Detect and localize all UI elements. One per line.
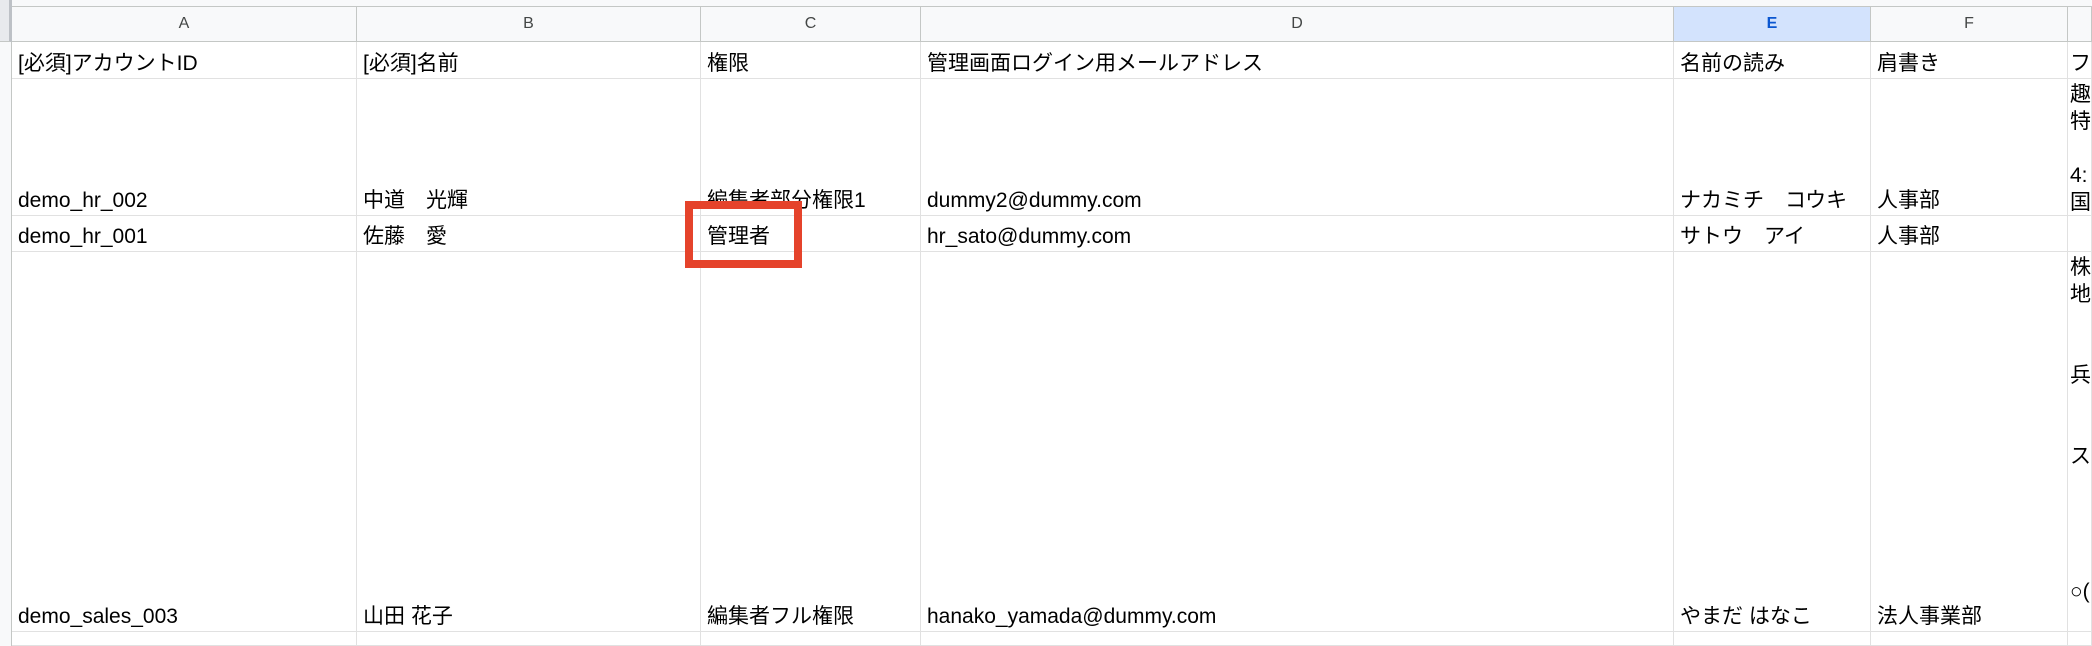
- cell-account-id[interactable]: demo_hr_002: [12, 79, 357, 216]
- cell-empty[interactable]: [1674, 632, 1871, 646]
- cell-name[interactable]: 中道 光輝: [357, 79, 701, 216]
- profile-text-fragment: 趣 特 4: 国: [2070, 83, 2091, 214]
- cell-email[interactable]: hr_sato@dummy.com: [921, 216, 1674, 252]
- cell-empty[interactable]: [357, 632, 701, 646]
- cell-header-name[interactable]: [必須]名前: [357, 42, 701, 79]
- header-title-label: 肩書き: [1877, 52, 1940, 75]
- header-permission-label: 権限: [707, 52, 749, 75]
- column-header-f[interactable]: F: [1871, 7, 2068, 42]
- account-id-text: demo_hr_001: [18, 225, 148, 248]
- title-text: 人事部: [1877, 189, 1940, 212]
- cell-header-email[interactable]: 管理画面ログイン用メールアドレス: [921, 42, 1674, 79]
- select-all-corner[interactable]: [0, 0, 12, 42]
- header-profile-label: フ: [2070, 52, 2091, 75]
- cell-header-account-id[interactable]: [必須]アカウントID: [12, 42, 357, 79]
- cell-email[interactable]: hanako_yamada@dummy.com: [921, 252, 1674, 632]
- cell-profile[interactable]: [2068, 216, 2092, 252]
- column-header-d[interactable]: D: [921, 7, 1674, 42]
- email-text: hanako_yamada@dummy.com: [927, 605, 1217, 628]
- cell-permission[interactable]: 編集者部分権限1: [701, 79, 921, 216]
- cell-header-title[interactable]: 肩書き: [1871, 42, 2068, 79]
- cell-header-profile[interactable]: フ: [2068, 42, 2092, 79]
- cell-reading[interactable]: サトウ アイ: [1674, 216, 1871, 252]
- table-row: demo_sales_003 山田 花子 編集者フル権限 hanako_yama…: [12, 252, 2092, 632]
- name-text: 山田 花子: [363, 605, 453, 628]
- cell-title[interactable]: 法人事業部: [1871, 252, 2068, 632]
- cell-reading[interactable]: やまだ はなこ: [1674, 252, 1871, 632]
- cell-reading[interactable]: ナカミチ コウキ: [1674, 79, 1871, 216]
- cell-empty[interactable]: [921, 632, 1674, 646]
- cell-account-id[interactable]: demo_hr_001: [12, 216, 357, 252]
- column-header-e[interactable]: E: [1674, 7, 1871, 42]
- cell-empty[interactable]: [701, 632, 921, 646]
- cell-empty[interactable]: [1871, 632, 2068, 646]
- cell-empty[interactable]: [2068, 632, 2092, 646]
- email-text: hr_sato@dummy.com: [927, 225, 1132, 248]
- table-row: demo_hr_002 中道 光輝 編集者部分権限1 dummy2@dummy.…: [12, 79, 2092, 216]
- cell-header-reading[interactable]: 名前の読み: [1674, 42, 1871, 79]
- column-header-g[interactable]: [2068, 7, 2092, 42]
- column-header-c[interactable]: C: [701, 7, 921, 42]
- cell-permission[interactable]: 編集者フル権限: [701, 252, 921, 632]
- name-text: 佐藤 愛: [363, 225, 447, 248]
- permission-text: 編集者フル権限: [707, 605, 854, 628]
- toolbar-edge: [0, 0, 2092, 7]
- reading-text: ナカミチ コウキ: [1680, 189, 1848, 212]
- cell-account-id[interactable]: demo_sales_003: [12, 252, 357, 632]
- permission-text: 編集者部分権限1: [707, 189, 866, 212]
- sheet-header-row: [必須]アカウントID [必須]名前 権限 管理画面ログイン用メールアドレス 名…: [12, 42, 2092, 79]
- title-text: 法人事業部: [1877, 605, 1982, 628]
- title-text: 人事部: [1877, 225, 1940, 248]
- cell-name[interactable]: 佐藤 愛: [357, 216, 701, 252]
- name-text: 中道 光輝: [363, 189, 468, 212]
- cell-title[interactable]: 人事部: [1871, 79, 2068, 216]
- cell-profile[interactable]: 株 地 | 兵 | ス ( | ○(: [2068, 252, 2092, 632]
- reading-text: サトウ アイ: [1680, 225, 1805, 248]
- cell-empty[interactable]: [12, 632, 357, 646]
- header-account-id-label: [必須]アカウントID: [18, 52, 198, 75]
- cell-header-permission[interactable]: 権限: [701, 42, 921, 79]
- permission-text: 管理者: [707, 225, 770, 248]
- reading-text: やまだ はなこ: [1680, 605, 1812, 628]
- column-header-b[interactable]: B: [357, 7, 701, 42]
- account-id-text: demo_hr_002: [18, 189, 148, 212]
- profile-text-fragment: 株 地 | 兵 | ス ( | ○(: [2070, 256, 2091, 603]
- header-reading-label: 名前の読み: [1680, 52, 1785, 75]
- header-name-label: [必須]名前: [363, 52, 459, 75]
- email-text: dummy2@dummy.com: [927, 189, 1142, 212]
- cell-title[interactable]: 人事部: [1871, 216, 2068, 252]
- table-row: demo_hr_001 佐藤 愛 管理者 hr_sato@dummy.com サ…: [12, 216, 2092, 252]
- cell-profile[interactable]: 趣 特 4: 国: [2068, 79, 2092, 216]
- cell-permission[interactable]: 管理者: [701, 216, 921, 252]
- spreadsheet-grid: A B C D E F [必須]アカウントID [必須]名前 権限 管理画面ログ…: [0, 0, 2092, 646]
- cell-email[interactable]: dummy2@dummy.com: [921, 79, 1674, 216]
- account-id-text: demo_sales_003: [18, 605, 178, 628]
- table-row: [12, 632, 2092, 646]
- row-number-gutter: [0, 0, 12, 646]
- header-email-label: 管理画面ログイン用メールアドレス: [927, 52, 1263, 75]
- column-header-a[interactable]: A: [12, 7, 357, 42]
- cell-name[interactable]: 山田 花子: [357, 252, 701, 632]
